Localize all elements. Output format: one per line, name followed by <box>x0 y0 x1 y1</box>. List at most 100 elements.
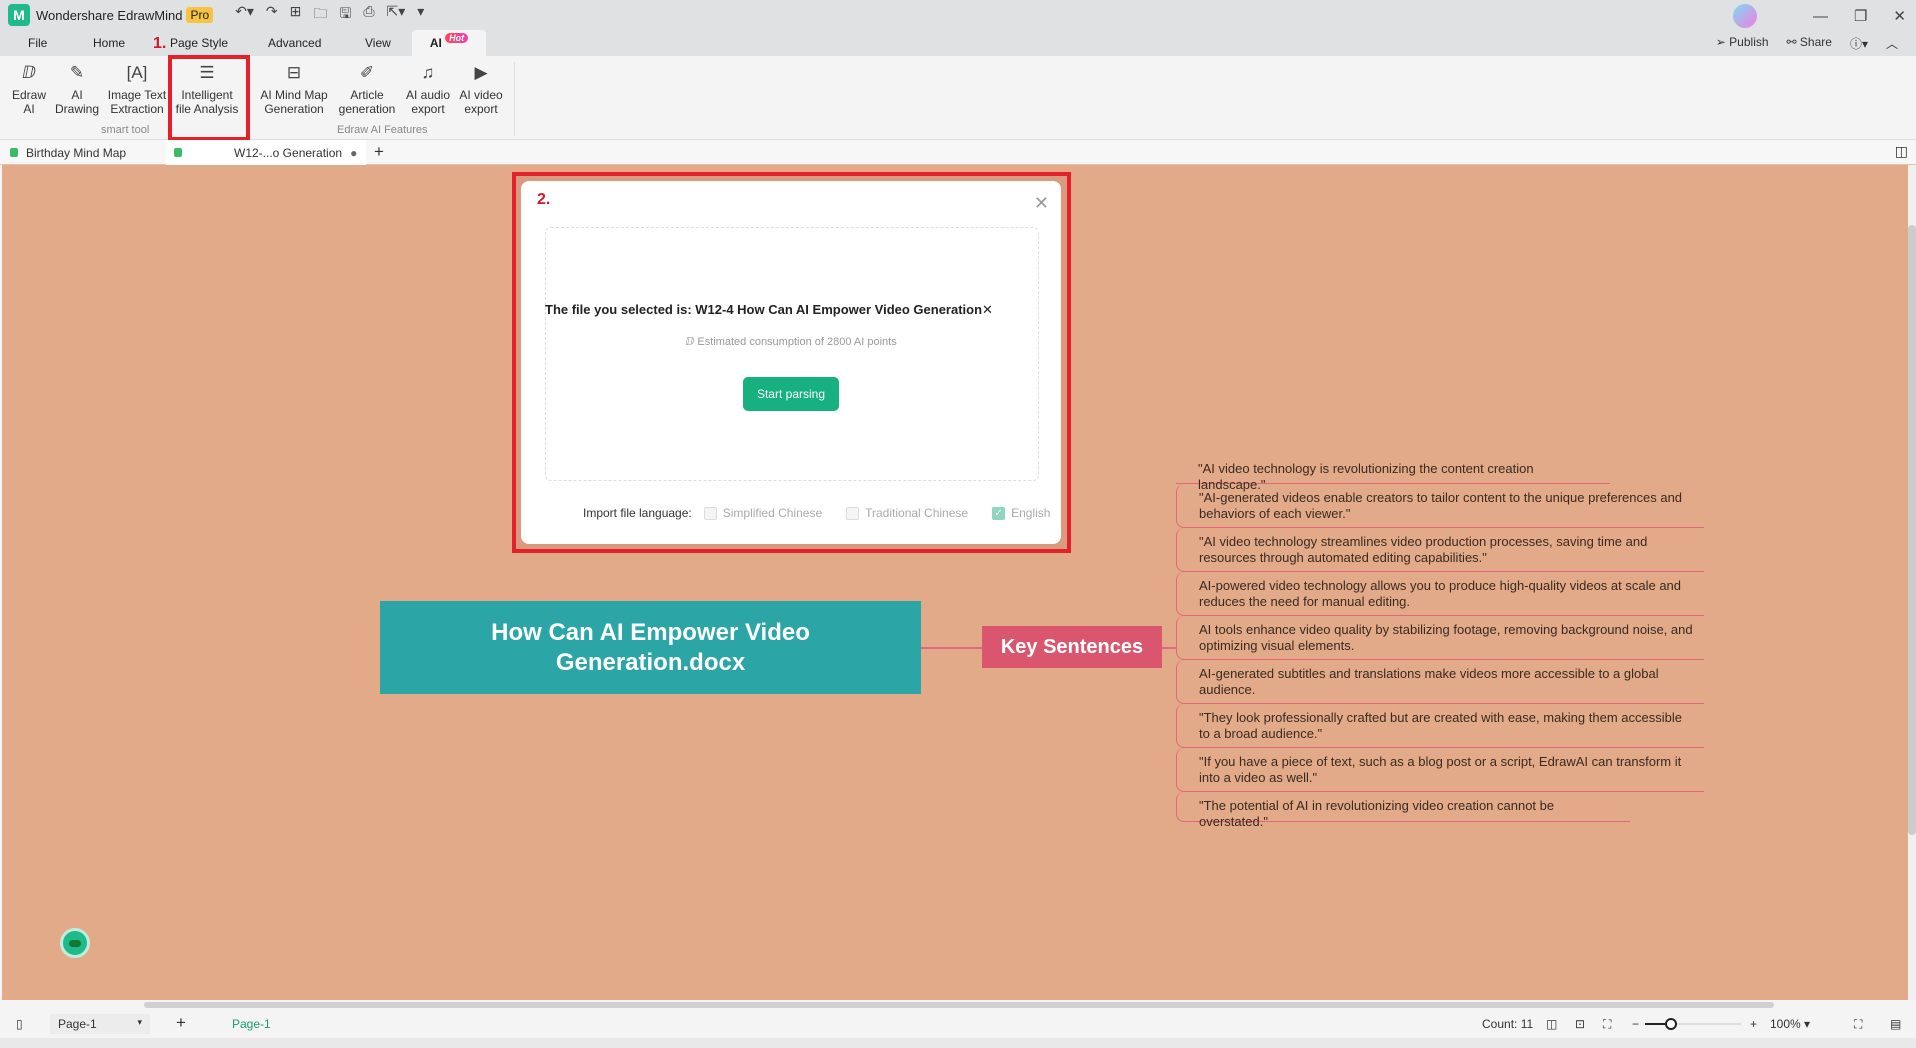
edraw-ai-button[interactable]: ⅅ Edraw AI <box>10 64 48 116</box>
group-label-smart-tool: smart tool <box>101 124 150 136</box>
leaf-list: "AI video technology is revolutionizing … <box>1176 456 1704 829</box>
book-view-icon[interactable]: ◫ <box>1546 1017 1557 1031</box>
fit-width-icon[interactable]: ⛶ <box>1603 1017 1611 1032</box>
menu-advanced[interactable]: Advanced <box>268 36 321 50</box>
open-folder-icon[interactable]: 🗀 <box>313 3 327 27</box>
help-icon[interactable]: ⓘ▾ <box>1850 35 1868 52</box>
language-label: Import file language: <box>583 506 692 521</box>
zoom-in-button[interactable]: + <box>1750 1017 1757 1031</box>
zoom-out-button[interactable]: − <box>1632 1017 1639 1031</box>
print-icon[interactable]: ⎙ <box>363 3 374 27</box>
language-options: Import file language: Simplified Chinese… <box>583 506 1050 521</box>
leaf-topic[interactable]: AI-generated subtitles and translations … <box>1176 660 1704 704</box>
label: Article <box>350 88 384 102</box>
document-icon <box>174 148 182 157</box>
audio-icon: ♫ <box>421 63 435 82</box>
undo-icon[interactable]: ↶▾ <box>235 3 254 27</box>
zoom-level[interactable]: 100% ▾ <box>1770 1017 1810 1031</box>
add-page-button[interactable]: + <box>176 1013 186 1033</box>
estimate-label: Estimated consumption of 2800 AI points <box>697 336 897 348</box>
label: Drawing <box>54 102 99 116</box>
zoom-slider[interactable] <box>1645 1018 1741 1030</box>
avatar[interactable] <box>1732 4 1757 28</box>
ai-tab-label: AI <box>429 36 442 50</box>
mindmap-gen-icon: ⊟ <box>286 63 302 82</box>
page-tab[interactable]: Page-1 <box>232 1017 271 1031</box>
fit-page-icon[interactable]: ⊡ <box>1575 1017 1585 1031</box>
zoom-value: 100% <box>1770 1017 1801 1031</box>
horizontal-scrollbar[interactable] <box>0 1000 1916 1010</box>
leaf-topic[interactable]: AI tools enhance video quality by stabil… <box>1176 616 1704 660</box>
page-select[interactable]: Page-1 ▾ <box>50 1014 150 1034</box>
status-bar: ▯ Page-1 ▾ + Page-1 Count: 11 ◫ ⊡ ⛶ − + 1… <box>0 1010 1916 1038</box>
group-label-ai-features: Edraw AI Features <box>337 124 428 136</box>
tab-birthday-mind-map[interactable]: Birthday Mind Map <box>8 140 164 165</box>
leaf-topic[interactable]: "The potential of AI in revolutionizing … <box>1176 792 1630 829</box>
menu-home[interactable]: Home <box>93 36 125 50</box>
pro-badge: Pro <box>186 7 214 23</box>
taskbar-strip <box>0 1038 1916 1048</box>
central-topic[interactable]: How Can AI Empower Video Generation.docx <box>380 601 921 694</box>
tab-w12-generation[interactable]: W12-...o Generation ● <box>166 140 366 165</box>
page-select-value: Page-1 <box>58 1017 97 1031</box>
leaf-topic[interactable]: "AI-generated videos enable creators to … <box>1176 484 1704 528</box>
option-label: Traditional Chinese <box>865 506 969 520</box>
panel-toggle-icon[interactable]: ▤ <box>1890 1017 1901 1031</box>
leaf-topic[interactable]: "AI video technology streamlines video p… <box>1176 528 1704 572</box>
app-title: Wondershare EdrawMind <box>36 7 183 23</box>
start-parsing-button[interactable]: Start parsing <box>743 377 839 411</box>
leaf-topic[interactable]: AI-powered video technology allows you t… <box>1176 572 1704 616</box>
leaf-topic[interactable]: "If you have a piece of text, such as a … <box>1176 748 1704 792</box>
export-icon[interactable]: ⇱▾ <box>387 3 406 27</box>
checkbox-traditional-chinese[interactable]: Traditional Chinese <box>846 506 984 521</box>
checkbox-simplified-chinese[interactable]: Simplified Chinese <box>703 506 838 521</box>
connector <box>1162 647 1176 649</box>
share-button[interactable]: ⚯ Share <box>1787 35 1832 52</box>
remove-file-icon[interactable]: ✕ <box>982 302 993 317</box>
ai-mind-map-generation-button[interactable]: ⊟ AI Mind Map Generation <box>258 63 330 116</box>
add-tab-button[interactable]: + <box>374 142 384 162</box>
close-window-icon[interactable]: ✕ <box>1893 7 1906 25</box>
new-icon[interactable]: ⊞ <box>290 3 302 27</box>
side-panel-icon[interactable]: ◫ <box>1895 143 1908 160</box>
option-label: Simplified Chinese <box>722 506 823 520</box>
save-icon[interactable]: 🖫 <box>339 3 351 27</box>
publish-button[interactable]: ➢ Publish <box>1716 35 1769 52</box>
vertical-scrollbar[interactable] <box>1908 165 1916 1000</box>
ai-audio-export-button[interactable]: ♫ AI audio export <box>403 63 453 116</box>
collapse-ribbon-icon[interactable]: ︿ <box>1886 35 1898 52</box>
menu-file[interactable]: File <box>28 36 47 50</box>
close-dialog-icon[interactable]: ✕ <box>1034 193 1049 214</box>
step-2-label: 2. <box>537 191 551 208</box>
restore-icon[interactable]: ❐ <box>1854 7 1867 25</box>
menu-ai[interactable]: AI Hot <box>412 30 486 56</box>
fullscreen-icon[interactable]: ⛶ <box>1854 1017 1862 1032</box>
menu-page-style[interactable]: Page Style <box>170 36 228 50</box>
share-label: Share <box>1799 35 1832 49</box>
ai-drawing-button[interactable]: ✎ AI Drawing <box>52 64 102 116</box>
branch-key-sentences[interactable]: Key Sentences <box>982 626 1162 668</box>
customize-icon[interactable]: ▾ <box>417 3 424 27</box>
zoom-slider-handle[interactable] <box>1665 1018 1677 1030</box>
leaf-topic[interactable]: "AI video technology is revolutionizing … <box>1176 456 1610 492</box>
publish-label: Publish <box>1729 35 1769 49</box>
checkbox-icon <box>703 507 717 521</box>
ai-video-export-button[interactable]: ▶ AI video export <box>457 63 505 116</box>
menu-view[interactable]: View <box>365 36 391 50</box>
redo-icon[interactable]: ↷ <box>266 3 278 27</box>
selected-file-label: The file you selected is: W12-4 How Can … <box>545 302 983 317</box>
image-text-icon: [A] <box>126 63 148 82</box>
checkmark-icon: ✓ <box>992 507 1006 521</box>
image-text-extraction-button[interactable]: [A] Image Text Extraction <box>106 63 168 116</box>
leaf-topic[interactable]: "They look professionally crafted but ar… <box>1176 704 1704 748</box>
unsaved-dot-icon[interactable]: ● <box>350 146 357 160</box>
file-drop-area[interactable] <box>545 227 1039 481</box>
minimize-icon[interactable]: — <box>1813 8 1828 25</box>
page-panel-icon[interactable]: ▯ <box>16 1017 23 1031</box>
label: Image Text <box>107 88 167 102</box>
checkbox-english[interactable]: ✓ English <box>992 506 1050 521</box>
tab-label: Birthday Mind Map <box>26 145 127 160</box>
ai-assistant-bot-icon[interactable] <box>60 928 90 958</box>
video-icon: ▶ <box>474 63 488 82</box>
article-generation-button[interactable]: ✐ Article generation <box>336 64 398 116</box>
